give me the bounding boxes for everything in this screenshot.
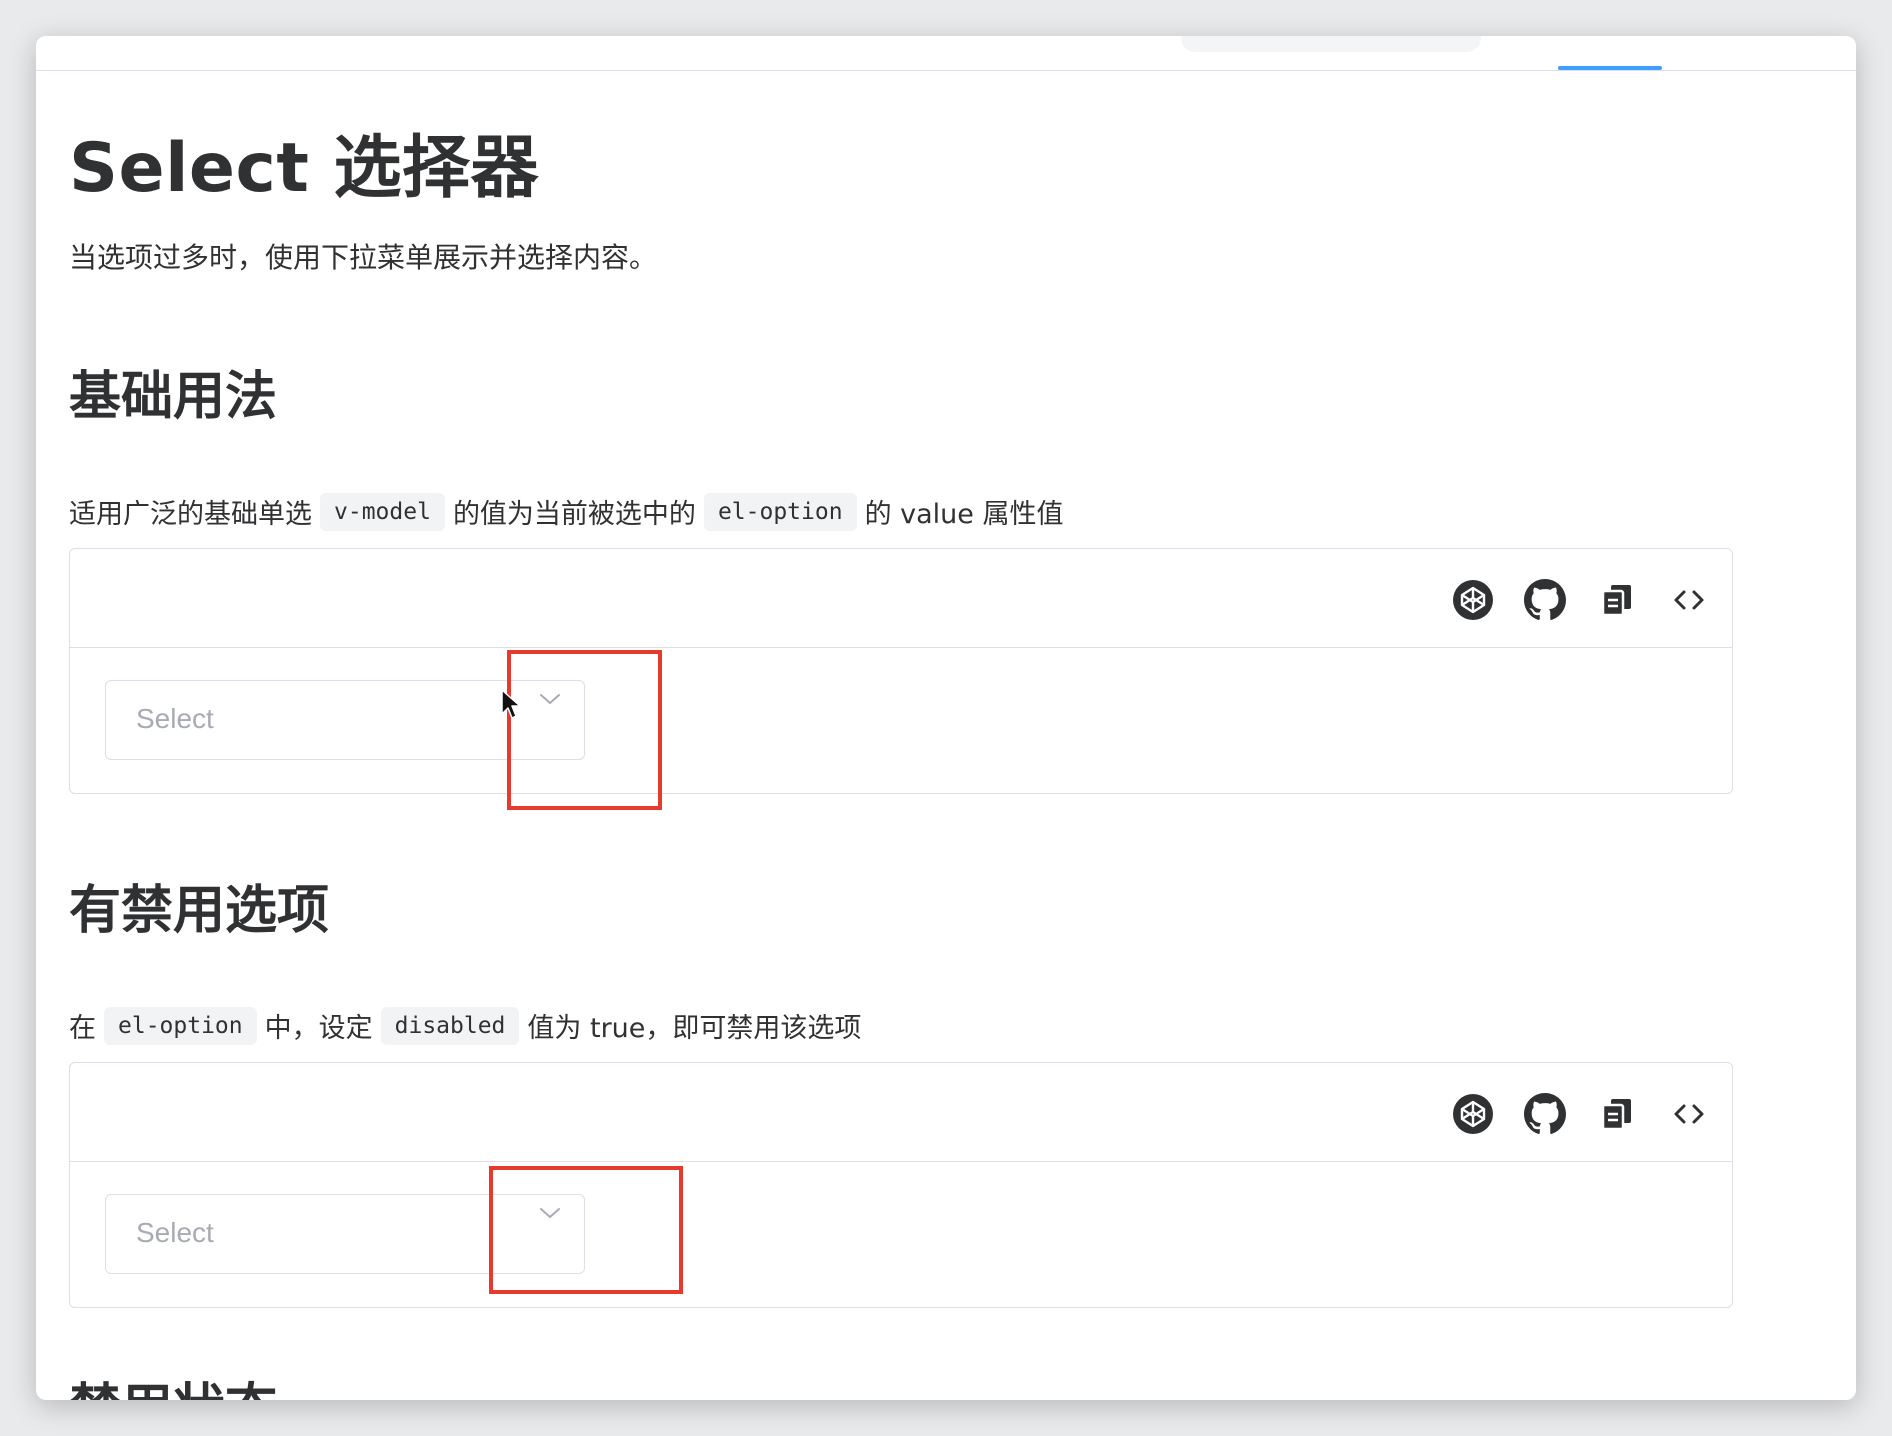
code-el-option: el-option — [703, 492, 857, 531]
code-icon[interactable] — [1668, 1093, 1710, 1135]
select-placeholder: Select — [136, 1217, 214, 1248]
demo-toolbar — [70, 549, 1732, 648]
section-description-disabled-option: 在 el-option 中，设定 disabled 值为 true，即可禁用该选… — [69, 1006, 861, 1045]
desc-text: 的值为当前被选中的 — [452, 499, 696, 530]
github-icon[interactable] — [1524, 579, 1566, 621]
top-navbar — [36, 36, 1856, 71]
github-icon[interactable] — [1524, 1093, 1566, 1135]
highlight-box-disabled-arrow — [489, 1166, 683, 1294]
demo-toolbar — [70, 1063, 1732, 1162]
desc-text: 值为 true，即可禁用该选项 — [527, 1013, 862, 1044]
demo-block-disabled-option: Select — [69, 1062, 1733, 1308]
highlight-box-basic-arrow — [507, 650, 662, 810]
codepen-icon[interactable] — [1452, 579, 1494, 621]
section-description-basic: 适用广泛的基础单选 v-model 的值为当前被选中的 el-option 的 … — [69, 492, 1063, 531]
desc-text: 适用广泛的基础单选 — [69, 499, 312, 530]
section-title-disabled-option: 有禁用选项 — [69, 881, 330, 941]
mouse-cursor-icon — [501, 689, 521, 719]
copy-icon[interactable] — [1596, 579, 1638, 621]
desc-text: 在 — [69, 1013, 96, 1044]
code-el-option: el-option — [104, 1006, 257, 1045]
copy-icon[interactable] — [1596, 1093, 1638, 1135]
page-title: Select 选择器 — [69, 129, 540, 208]
section-title-basic: 基础用法 — [69, 367, 278, 427]
browser-window: Select 选择器 当选项过多时，使用下拉菜单展示并选择内容。 基础用法 适用… — [36, 36, 1856, 1400]
desc-text: 的 value 属性值 — [864, 499, 1064, 530]
codepen-icon[interactable] — [1452, 1093, 1494, 1135]
desc-text: 中，设定 — [264, 1013, 373, 1044]
code-icon[interactable] — [1668, 579, 1710, 621]
section-title-disabled-state: 禁用状态 — [69, 1366, 277, 1400]
active-nav-indicator — [1558, 66, 1662, 70]
code-disabled: disabled — [380, 1006, 520, 1045]
page-description: 当选项过多时，使用下拉菜单展示并选择内容。 — [69, 241, 658, 274]
demo-block-basic: Select — [69, 548, 1733, 794]
code-v-model: v-model — [320, 492, 445, 531]
top-search-pill[interactable] — [1181, 36, 1481, 52]
select-placeholder: Select — [136, 703, 214, 734]
